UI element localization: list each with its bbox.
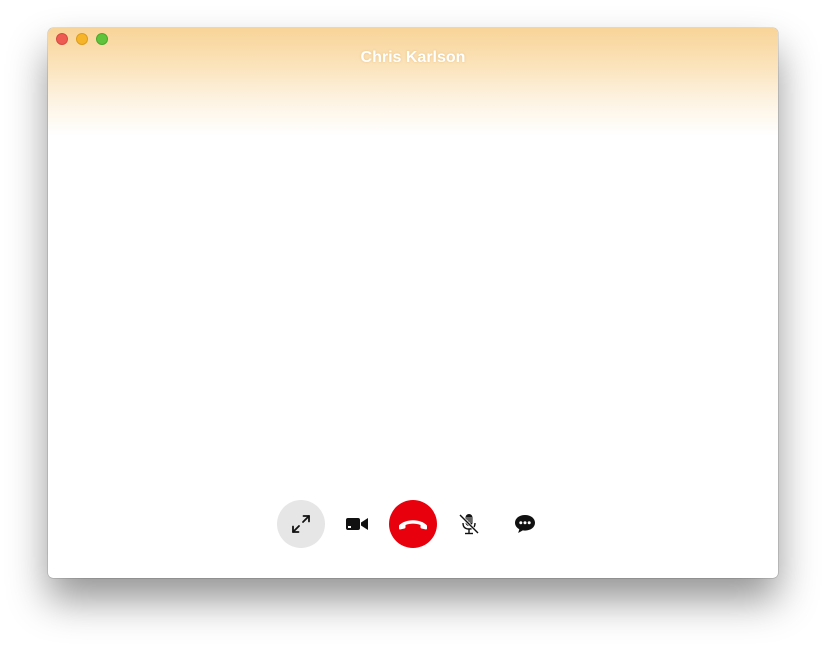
zoom-window-button[interactable] [96, 33, 108, 45]
end-call-icon [399, 520, 427, 530]
call-controls-bar [277, 500, 549, 548]
chat-bubble-icon [515, 515, 535, 533]
video-camera-icon [346, 518, 368, 530]
header-gradient [48, 28, 778, 136]
fullscreen-button[interactable] [277, 500, 325, 548]
close-window-button[interactable] [56, 33, 68, 45]
minimize-window-button[interactable] [76, 33, 88, 45]
mute-microphone-button[interactable] [445, 500, 493, 548]
window-controls [56, 33, 108, 45]
video-call-window: Chris Karlson [48, 28, 778, 578]
end-call-button[interactable] [389, 500, 437, 548]
microphone-muted-icon [458, 513, 480, 535]
video-toggle-button[interactable] [333, 500, 381, 548]
chat-button[interactable] [501, 500, 549, 548]
caller-name: Chris Karlson [360, 49, 466, 66]
fullscreen-expand-icon [292, 515, 310, 533]
